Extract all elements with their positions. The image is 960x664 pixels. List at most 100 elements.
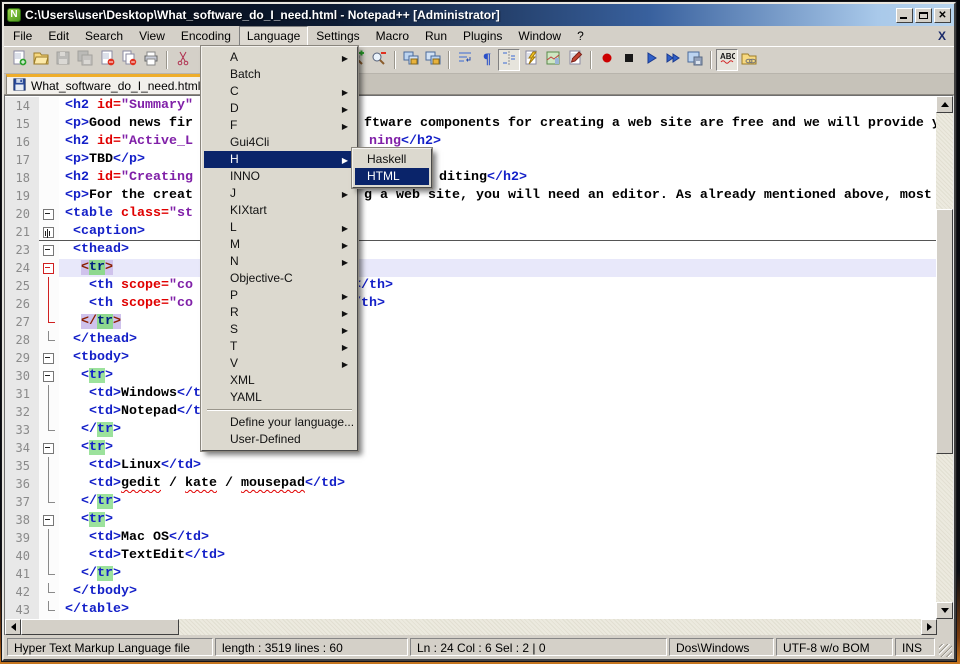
code-text[interactable]: </thead> (59, 331, 936, 349)
editor[interactable]: 14<h2 id="Summary"15<p>Good news firftwa… (4, 95, 954, 619)
code-text[interactable]: <thead> (59, 241, 936, 259)
code-text[interactable]: </tbody> (59, 583, 936, 601)
code-text[interactable]: <h2 id="Active_Lning</h2> (59, 133, 936, 151)
code-text[interactable]: <td>Notepad</td> (59, 403, 936, 421)
code-line-42[interactable]: 42 </tbody> (5, 583, 936, 601)
code-line-37[interactable]: 37 </tr> (5, 493, 936, 511)
code-line-35[interactable]: 35 <td>Linux</td> (5, 457, 936, 475)
language-menu-item-j[interactable]: J▶ (204, 185, 355, 202)
code-line-25[interactable]: 25 <th scope="co</th> (5, 277, 936, 295)
menu-settings[interactable]: Settings (308, 26, 367, 46)
vertical-scroll-thumb[interactable] (936, 209, 953, 454)
show-all-characters-button[interactable]: ¶ (476, 49, 498, 71)
sync-vertical-button[interactable] (400, 49, 422, 71)
code-text[interactable]: <td>Linux</td> (59, 457, 936, 475)
menu-macro[interactable]: Macro (368, 26, 417, 46)
code-text[interactable]: <h2 id="Creatingditing</h2> (59, 169, 936, 187)
document-close-x[interactable]: X (938, 29, 946, 43)
macro-stop-button[interactable] (618, 49, 640, 71)
zoom-out-button[interactable] (368, 49, 390, 71)
code-line-43[interactable]: 43</table> (5, 601, 936, 619)
language-menu-item-s[interactable]: S▶ (204, 321, 355, 338)
indent-guide-button[interactable] (498, 49, 520, 71)
macro-save-button[interactable] (684, 49, 706, 71)
language-menu-item-objective-c[interactable]: Objective-C (204, 270, 355, 287)
language-submenu-item-haskell[interactable]: Haskell (355, 151, 429, 168)
menu-language[interactable]: Language (239, 26, 308, 46)
fold-marker-minus[interactable] (39, 439, 59, 457)
code-line-29[interactable]: 29 <tbody> (5, 349, 936, 367)
code-line-24[interactable]: 24 <tr> (5, 259, 936, 277)
code-text[interactable]: <td>Mac OS</td> (59, 529, 936, 547)
horizontal-scroll-thumb[interactable] (21, 619, 179, 635)
menu-view[interactable]: View (131, 26, 173, 46)
maximize-button[interactable] (915, 8, 932, 23)
code-text[interactable]: </tr> (59, 421, 936, 439)
language-menu-item-p[interactable]: P▶ (204, 287, 355, 304)
code-line-32[interactable]: 32 <td>Notepad</td> (5, 403, 936, 421)
document-map-button[interactable] (542, 49, 564, 71)
resize-grip[interactable] (939, 644, 952, 657)
code-text[interactable]: </tr> (59, 493, 936, 511)
macro-record-button[interactable] (596, 49, 618, 71)
language-menu-item-xml[interactable]: XML (204, 372, 355, 389)
code-text[interactable]: <td>TextEdit</td> (59, 547, 936, 565)
code-line-23[interactable]: 23 <thead> (5, 241, 936, 259)
fold-marker-minus[interactable] (39, 367, 59, 385)
scroll-right-button[interactable] (921, 619, 937, 635)
code-text[interactable]: <td>gedit / kate / mousepad</td> (59, 475, 936, 493)
code-line-15[interactable]: 15<p>Good news firftware components for … (5, 115, 936, 133)
code-text[interactable]: <td>Windows</td> (59, 385, 936, 403)
new-file-button[interactable] (8, 49, 30, 71)
macro-play-button[interactable] (640, 49, 662, 71)
code-line-38[interactable]: 38 <tr> (5, 511, 936, 529)
code-line-26[interactable]: 26 <th scope="co</th> (5, 295, 936, 313)
language-menu-item-inno[interactable]: INNO (204, 168, 355, 185)
code-text[interactable]: <tr> (59, 259, 936, 277)
code-line-14[interactable]: 14<h2 id="Summary" (5, 97, 936, 115)
code-line-36[interactable]: 36 <td>gedit / kate / mousepad</td> (5, 475, 936, 493)
close-all-button[interactable] (118, 49, 140, 71)
fold-marker-minus[interactable] (39, 349, 59, 367)
menu-edit[interactable]: Edit (40, 26, 77, 46)
code-text[interactable]: </tr> (59, 313, 936, 331)
code-text[interactable]: <p>Good news firftware components for cr… (59, 115, 936, 133)
tab-active[interactable]: What_software_do_I_need.html x (6, 74, 225, 94)
language-menu-item-define-your-language[interactable]: Define your language... (204, 414, 355, 431)
menu-search[interactable]: Search (77, 26, 131, 46)
print-button[interactable] (140, 49, 162, 71)
menu-encoding[interactable]: Encoding (173, 26, 239, 46)
code-text[interactable]: </table> (59, 601, 936, 619)
code-line-16[interactable]: 16<h2 id="Active_Lning</h2> (5, 133, 936, 151)
code-line-40[interactable]: 40 <td>TextEdit</td> (5, 547, 936, 565)
explorer-button[interactable] (738, 49, 760, 71)
code-text[interactable]: <table class="st (59, 205, 936, 223)
language-menu-item-c[interactable]: C▶ (204, 83, 355, 100)
code-area[interactable]: 14<h2 id="Summary"15<p>Good news firftwa… (5, 96, 936, 619)
menu-plugins[interactable]: Plugins (455, 26, 510, 46)
fold-marker-minus[interactable] (39, 511, 59, 529)
code-text[interactable]: <tr> (59, 439, 936, 457)
language-menu-item-r[interactable]: R▶ (204, 304, 355, 321)
code-text[interactable]: <tr> (59, 367, 936, 385)
scroll-left-button[interactable] (5, 619, 21, 635)
code-text[interactable]: <th scope="co</th> (59, 277, 936, 295)
language-menu-item-l[interactable]: L▶ (204, 219, 355, 236)
language-submenu-item-html[interactable]: HTML (355, 168, 429, 185)
close-button[interactable] (96, 49, 118, 71)
code-line-39[interactable]: 39 <td>Mac OS</td> (5, 529, 936, 547)
fold-marker-minus[interactable] (39, 205, 59, 223)
code-line-27[interactable]: 27 </tr> (5, 313, 936, 331)
close-button[interactable]: ✕ (934, 8, 951, 23)
code-line-21[interactable]: 21 <caption> (5, 223, 936, 241)
fold-marker-minus[interactable] (39, 241, 59, 259)
language-menu-item-n[interactable]: N▶ (204, 253, 355, 270)
language-menu-item-m[interactable]: M▶ (204, 236, 355, 253)
code-line-41[interactable]: 41 </tr> (5, 565, 936, 583)
language-menu-item-yaml[interactable]: YAML (204, 389, 355, 406)
code-text[interactable]: <p>For the creatg a web site, you will n… (59, 187, 936, 205)
code-line-19[interactable]: 19<p>For the creatg a web site, you will… (5, 187, 936, 205)
fold-marker-plus[interactable] (39, 223, 59, 241)
menu-run[interactable]: Run (417, 26, 455, 46)
code-line-20[interactable]: 20<table class="st (5, 205, 936, 223)
